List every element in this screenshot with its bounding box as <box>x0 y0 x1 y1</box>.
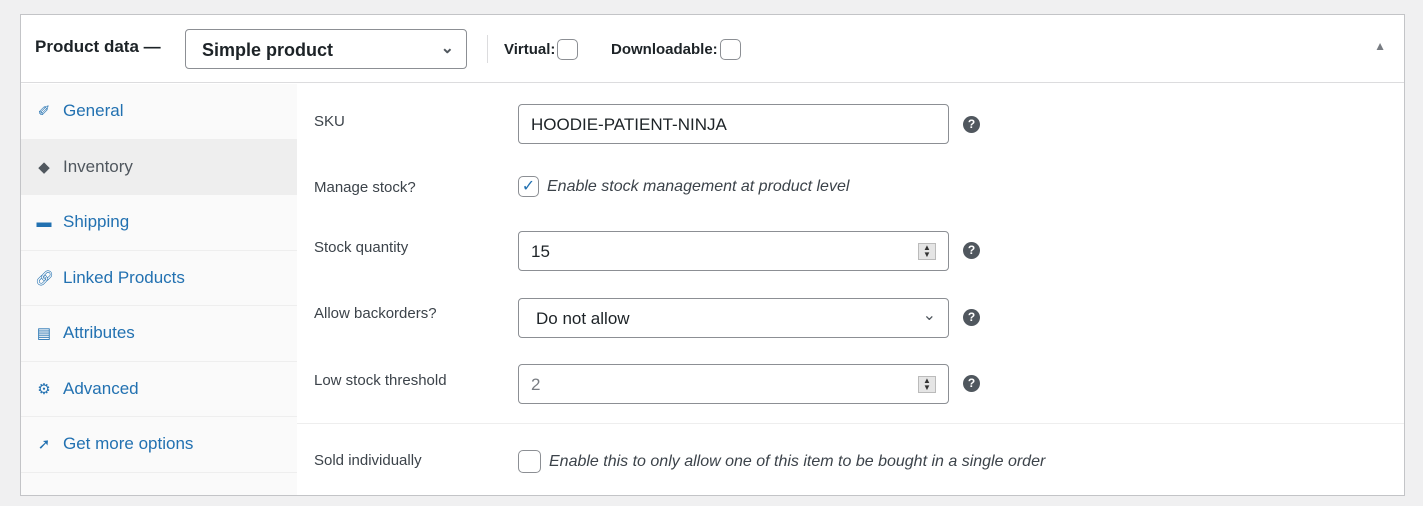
tab-general[interactable]: ✐ General <box>21 84 297 140</box>
product-data-panel: Product data — Simple product ⌄ Virtual: … <box>20 14 1405 496</box>
link-icon: 🔗︎ <box>35 269 55 287</box>
sold-individually-desc: Enable this to only allow one of this it… <box>549 452 1046 470</box>
manage-stock-label: Manage stock? <box>314 179 416 196</box>
low-stock-value: 2 <box>531 375 541 394</box>
truck-icon: ▬ <box>36 213 52 231</box>
gear-icon: ⚙ <box>37 380 51 398</box>
tab-label: Attributes <box>63 323 135 343</box>
tab-label: Linked Products <box>63 267 185 287</box>
sold-individually-label: Sold individually <box>314 452 422 469</box>
divider <box>487 35 488 63</box>
tab-label: General <box>63 101 124 121</box>
stock-quantity-input[interactable]: 15 ▲ ▼ <box>518 231 949 271</box>
tab-label: Advanced <box>63 378 139 398</box>
wrench-icon: ✐ <box>37 103 51 121</box>
sku-input[interactable]: HOODIE-PATIENT-NINJA <box>518 104 949 144</box>
tab-linked-products[interactable]: 🔗︎ Linked Products <box>21 251 297 306</box>
low-stock-input[interactable]: 2 ▲ ▼ <box>518 364 949 404</box>
chevron-down-icon: ⌄ <box>440 40 454 57</box>
spinner-icon[interactable]: ▲ ▼ <box>918 376 936 393</box>
help-icon[interactable]: ? <box>963 375 980 392</box>
virtual-label: Virtual: <box>504 41 556 58</box>
tab-label: Shipping <box>63 212 130 232</box>
tab-shipping[interactable]: ▬ Shipping <box>21 195 297 251</box>
tag-icon: ◆ <box>38 158 50 176</box>
backorders-select[interactable]: Do not allow ⌄ <box>518 298 949 338</box>
plugin-icon: ➚ <box>37 436 51 454</box>
sold-individually-checkbox[interactable] <box>518 450 541 473</box>
downloadable-checkbox-label[interactable]: Downloadable: <box>611 39 741 60</box>
product-type-value: Simple product <box>202 40 334 60</box>
virtual-checkbox-label[interactable]: Virtual: <box>504 39 579 60</box>
downloadable-label: Downloadable: <box>611 41 718 58</box>
help-icon[interactable]: ? <box>963 242 980 259</box>
help-icon[interactable]: ? <box>963 309 980 326</box>
tab-label: Get more options <box>63 434 194 454</box>
product-type-select[interactable]: Simple product ⌄ <box>185 29 467 69</box>
help-icon[interactable]: ? <box>963 116 980 133</box>
stock-quantity-value: 15 <box>531 242 550 261</box>
downloadable-checkbox[interactable] <box>719 39 741 60</box>
inventory-panel: SKU HOODIE-PATIENT-NINJA ? Manage stock?… <box>297 84 1404 495</box>
tab-inventory[interactable]: ◆ Inventory <box>21 139 297 195</box>
tab-get-more-options[interactable]: ➚ Get more options <box>21 417 297 473</box>
manage-stock-checkbox[interactable]: ✓ <box>518 176 539 197</box>
tab-attributes[interactable]: ▤ Attributes <box>21 306 297 362</box>
sold-individually-option[interactable]: Enable this to only allow one of this it… <box>518 450 1045 473</box>
collapse-toggle-icon[interactable]: ▲ <box>1374 39 1386 53</box>
divider <box>297 423 1404 424</box>
panel-title: Product data — <box>35 37 161 56</box>
chevron-down-icon: ⌄ <box>922 307 936 324</box>
manage-stock-desc: Enable stock management at product level <box>547 177 850 195</box>
tab-advanced[interactable]: ⚙ Advanced <box>21 362 297 417</box>
tab-label: Inventory <box>63 156 133 176</box>
list-icon: ▤ <box>36 325 52 343</box>
manage-stock-option[interactable]: ✓ Enable stock management at product leve… <box>518 176 849 197</box>
backorders-label: Allow backorders? <box>314 305 437 322</box>
sku-value: HOODIE-PATIENT-NINJA <box>531 115 727 134</box>
backorders-value: Do not allow <box>536 309 630 328</box>
low-stock-label: Low stock threshold <box>314 372 447 389</box>
stock-quantity-label: Stock quantity <box>314 239 409 256</box>
product-data-tabs: ✐ General ◆ Inventory ▬ Shipping 🔗︎ Linked P… <box>21 84 297 495</box>
virtual-checkbox[interactable] <box>557 39 579 60</box>
panel-header: Product data — Simple product ⌄ Virtual: … <box>21 15 1404 83</box>
sku-label: SKU <box>314 113 345 130</box>
spinner-icon[interactable]: ▲ ▼ <box>918 243 936 260</box>
